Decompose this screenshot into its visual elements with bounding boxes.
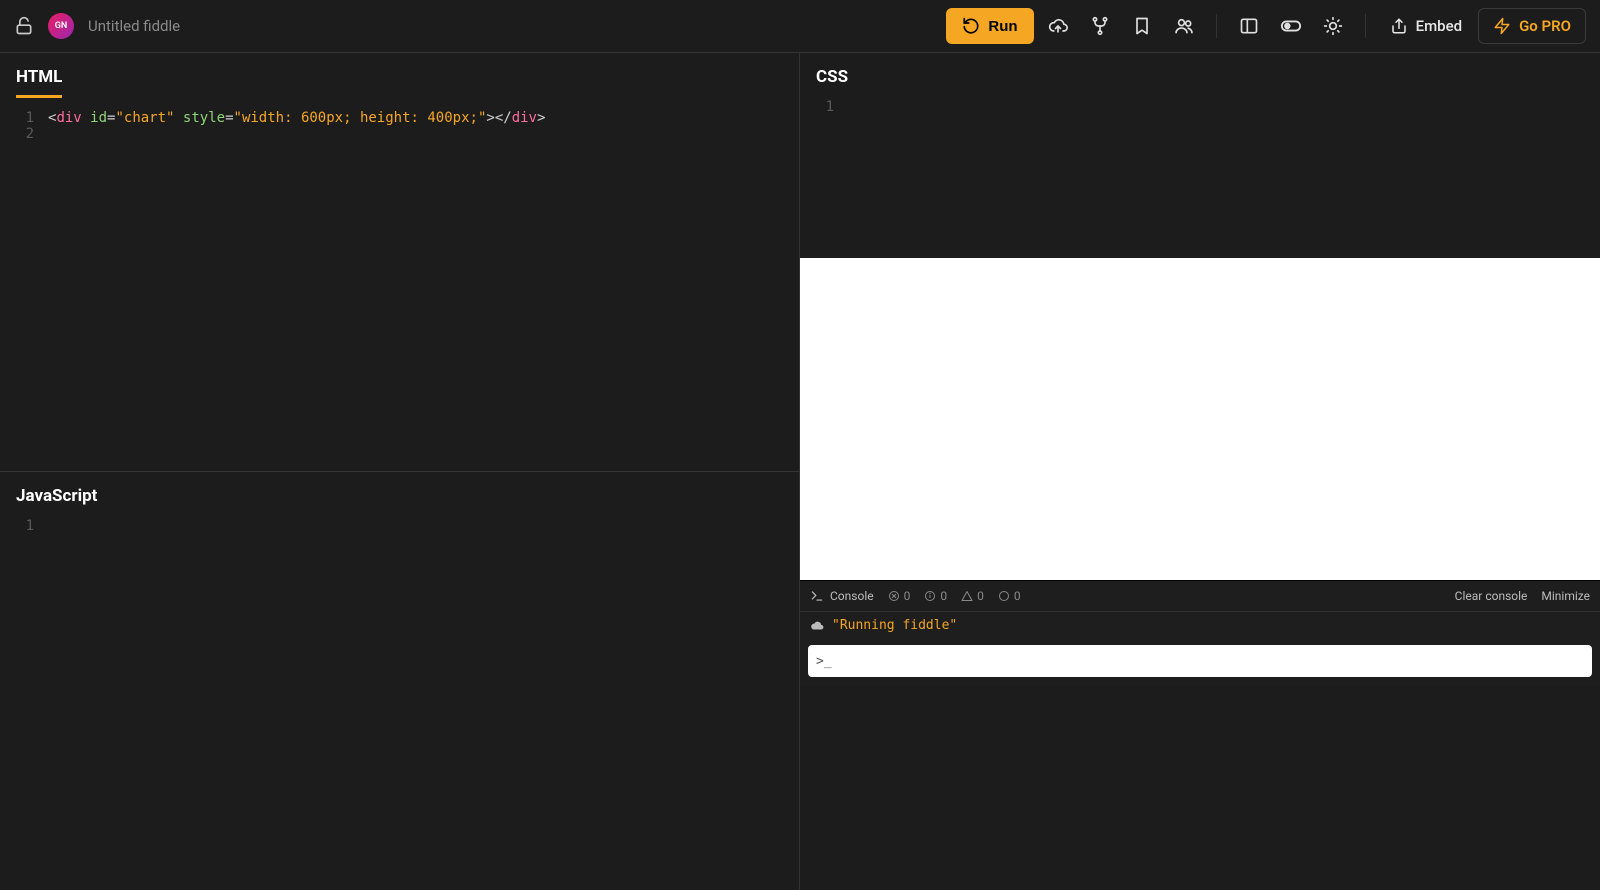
pane-css: CSS 1 xyxy=(800,53,1600,258)
console-log-line: "Running fiddle" xyxy=(800,612,1600,639)
css-editor[interactable]: 1 xyxy=(800,93,1600,115)
pane-css-header: CSS xyxy=(800,53,1600,93)
header-bar: GN Untitled fiddle Run xyxy=(0,0,1600,53)
users-icon xyxy=(1174,16,1194,36)
terminal-icon xyxy=(810,589,824,603)
gutter: 1 xyxy=(800,99,848,115)
bookmark-icon xyxy=(1132,16,1152,36)
code-line: <div id="chart" style="width: 600px; hei… xyxy=(48,110,545,126)
toggle-button[interactable] xyxy=(1273,8,1309,44)
log-icon xyxy=(998,590,1010,602)
workspace: HTML 1 <div id="chart" style="width: 600… xyxy=(0,53,1600,890)
pane-html-title[interactable]: HTML xyxy=(16,67,62,98)
gutter: 1 xyxy=(0,518,48,534)
gutter: 1 xyxy=(0,110,48,126)
console-label-text: Console xyxy=(830,589,874,603)
go-pro-label: Go PRO xyxy=(1519,17,1571,35)
run-label: Run xyxy=(988,18,1017,35)
go-pro-button[interactable]: Go PRO xyxy=(1478,8,1586,44)
fork-button[interactable] xyxy=(1082,8,1118,44)
console-body: "Running fiddle" >_ xyxy=(800,611,1600,685)
error-icon xyxy=(888,590,900,602)
toggle-icon xyxy=(1280,15,1302,37)
console-bar: Console 0 0 0 0 Cl xyxy=(800,581,1600,611)
js-editor[interactable]: 1 xyxy=(0,512,799,534)
error-count: 0 xyxy=(888,589,911,603)
divider xyxy=(1365,14,1366,38)
html-editor[interactable]: 1 <div id="chart" style="width: 600px; h… xyxy=(0,104,799,142)
pane-js-header: JavaScript xyxy=(0,472,799,512)
lightning-icon xyxy=(1493,17,1511,35)
pane-html-header: HTML xyxy=(0,53,799,104)
console-input[interactable] xyxy=(838,654,1584,669)
cloud-up-icon xyxy=(1048,16,1068,36)
pane-html: HTML 1 <div id="chart" style="width: 600… xyxy=(0,53,800,472)
divider xyxy=(1216,14,1217,38)
share-icon xyxy=(1390,17,1408,35)
log-message: "Running fiddle" xyxy=(832,618,957,633)
collaborate-button[interactable] xyxy=(1166,8,1202,44)
layout-icon xyxy=(1239,16,1259,36)
fiddle-title[interactable]: Untitled fiddle xyxy=(88,17,180,35)
warning-count: 0 xyxy=(961,589,984,603)
embed-button[interactable]: Embed xyxy=(1380,8,1472,44)
console-panel: Console 0 0 0 0 Cl xyxy=(800,580,1600,685)
run-icon xyxy=(962,17,980,35)
save-cloud-button[interactable] xyxy=(1040,8,1076,44)
pane-right: CSS 1 Console 0 xyxy=(800,53,1600,890)
info-icon xyxy=(924,590,936,602)
minimize-console-button[interactable]: Minimize xyxy=(1541,589,1590,603)
header-right: Run Embed Go PRO xyxy=(946,8,1586,44)
log-count: 0 xyxy=(998,589,1021,603)
console-label[interactable]: Console xyxy=(810,589,874,603)
preview-frame[interactable] xyxy=(800,258,1600,580)
clear-console-button[interactable]: Clear console xyxy=(1455,589,1528,603)
warning-icon xyxy=(961,590,973,602)
pane-js-title[interactable]: JavaScript xyxy=(16,486,97,506)
embed-label: Embed xyxy=(1416,17,1462,35)
header-left: GN Untitled fiddle xyxy=(14,13,180,39)
theme-button[interactable] xyxy=(1315,8,1351,44)
lock-icon[interactable] xyxy=(14,16,34,36)
layout-button[interactable] xyxy=(1231,8,1267,44)
console-input-wrap[interactable]: >_ xyxy=(808,645,1592,677)
cloud-icon xyxy=(810,619,824,633)
run-button[interactable]: Run xyxy=(946,8,1033,44)
gutter: 2 xyxy=(0,126,48,142)
sun-icon xyxy=(1323,16,1343,36)
pane-right-filler xyxy=(800,685,1600,890)
pane-js: JavaScript 1 xyxy=(0,472,800,890)
collection-button[interactable] xyxy=(1124,8,1160,44)
prompt-icon: >_ xyxy=(816,654,832,669)
avatar[interactable]: GN xyxy=(48,13,74,39)
info-count: 0 xyxy=(924,589,947,603)
pane-css-title[interactable]: CSS xyxy=(816,67,848,87)
fork-icon xyxy=(1090,16,1110,36)
